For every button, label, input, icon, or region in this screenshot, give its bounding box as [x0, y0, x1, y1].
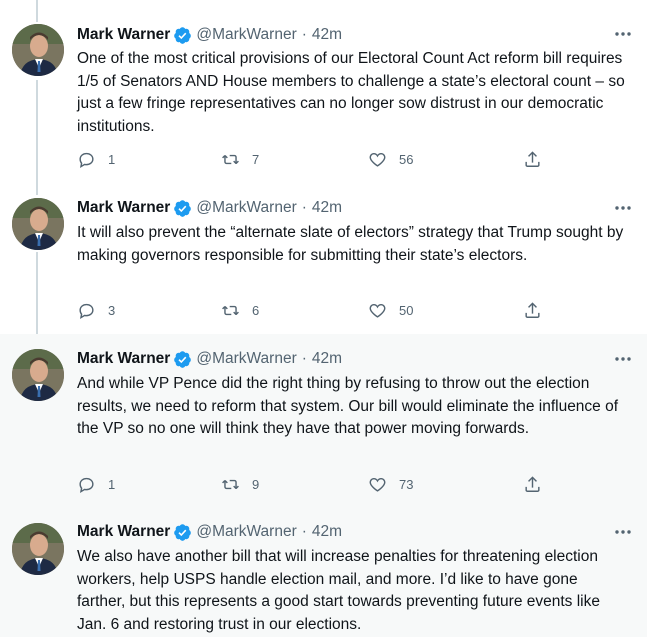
tweet-header: Mark Warner @MarkWarner · 42m: [77, 197, 342, 219]
avatar[interactable]: [12, 198, 64, 250]
retweet-icon: [222, 479, 239, 490]
author-handle[interactable]: @MarkWarner: [196, 523, 296, 541]
avatar-photo: [12, 349, 64, 401]
tweet[interactable]: Mark Warner @MarkWarner · 42m One of the…: [0, 0, 647, 182]
share-icon: [525, 302, 540, 318]
share-button[interactable]: [523, 301, 542, 320]
retweet-count: 7: [252, 152, 260, 167]
tweet-header: Mark Warner @MarkWarner · 42m: [77, 521, 342, 543]
avatar-photo: [12, 198, 64, 250]
timestamp[interactable]: 42m: [312, 350, 342, 368]
retweet-button[interactable]: 9: [221, 475, 259, 494]
tweet-actions: 1 9 73: [77, 475, 557, 497]
reply-count: 1: [108, 152, 116, 167]
avatar[interactable]: [12, 349, 64, 401]
share-button[interactable]: [523, 150, 542, 169]
reply-button[interactable]: 1: [77, 150, 115, 169]
retweet-icon: [222, 154, 239, 165]
tweet-text: We also have another bill that will incr…: [77, 548, 600, 633]
verified-badge-icon: [174, 523, 192, 541]
timestamp[interactable]: 42m: [312, 26, 342, 44]
author-name[interactable]: Mark Warner: [77, 350, 170, 368]
verified-badge-icon: [174, 199, 192, 217]
separator: ·: [301, 350, 307, 367]
separator: ·: [301, 26, 307, 43]
author-handle[interactable]: @MarkWarner: [196, 199, 296, 217]
author-name[interactable]: Mark Warner: [77, 26, 170, 44]
author-handle[interactable]: @MarkWarner: [196, 26, 296, 44]
separator: ·: [301, 199, 307, 216]
tweet-text: And while VP Pence did the right thing b…: [77, 375, 619, 437]
reply-count: 3: [108, 303, 116, 318]
avatar[interactable]: [12, 523, 64, 575]
avatar-photo: [12, 523, 64, 575]
tweet-header: Mark Warner @MarkWarner · 42m: [77, 24, 342, 46]
reply-button[interactable]: 1: [77, 475, 115, 494]
more-options-icon[interactable]: [613, 522, 633, 542]
timestamp[interactable]: 42m: [312, 523, 342, 541]
heart-icon: [369, 304, 386, 318]
reply-icon: [79, 477, 94, 494]
more-options-icon[interactable]: [613, 198, 633, 218]
share-icon: [525, 151, 540, 167]
like-button[interactable]: 50: [368, 301, 413, 320]
retweet-icon: [222, 305, 239, 316]
like-count: 50: [399, 303, 414, 318]
more-options-icon[interactable]: [613, 24, 633, 44]
heart-icon: [369, 153, 386, 167]
share-button[interactable]: [523, 475, 542, 494]
tweet-text: One of the most critical provisions of o…: [77, 50, 625, 135]
tweet[interactable]: Mark Warner @MarkWarner · 42m We also ha…: [0, 508, 647, 637]
like-button[interactable]: 73: [368, 475, 413, 494]
more-options-icon[interactable]: [613, 349, 633, 369]
reply-icon: [79, 303, 94, 320]
retweet-count: 6: [252, 303, 260, 318]
retweet-count: 9: [252, 477, 260, 492]
reply-count: 1: [108, 477, 116, 492]
author-name[interactable]: Mark Warner: [77, 199, 170, 217]
avatar-photo: [12, 24, 64, 76]
share-icon: [525, 476, 540, 492]
author-handle[interactable]: @MarkWarner: [196, 350, 296, 368]
reply-button[interactable]: 3: [77, 301, 115, 320]
tweet-actions: 1 7 56: [77, 150, 557, 172]
tweet-text: It will also prevent the “alternate slat…: [77, 224, 624, 264]
separator: ·: [301, 523, 307, 540]
retweet-button[interactable]: 6: [221, 301, 259, 320]
tweet[interactable]: Mark Warner @MarkWarner · 42m And while …: [0, 334, 647, 508]
author-name[interactable]: Mark Warner: [77, 523, 170, 541]
avatar[interactable]: [12, 24, 64, 76]
like-count: 56: [399, 152, 414, 167]
tweet[interactable]: Mark Warner @MarkWarner · 42m It will al…: [0, 182, 647, 334]
heart-icon: [369, 478, 386, 492]
tweet-header: Mark Warner @MarkWarner · 42m: [77, 348, 342, 370]
reply-icon: [79, 152, 94, 169]
verified-badge-icon: [174, 350, 192, 368]
tweet-actions: 3 6 50: [77, 301, 557, 323]
timestamp[interactable]: 42m: [312, 199, 342, 217]
retweet-button[interactable]: 7: [221, 150, 259, 169]
like-count: 73: [399, 477, 414, 492]
like-button[interactable]: 56: [368, 150, 413, 169]
verified-badge-icon: [174, 26, 192, 44]
